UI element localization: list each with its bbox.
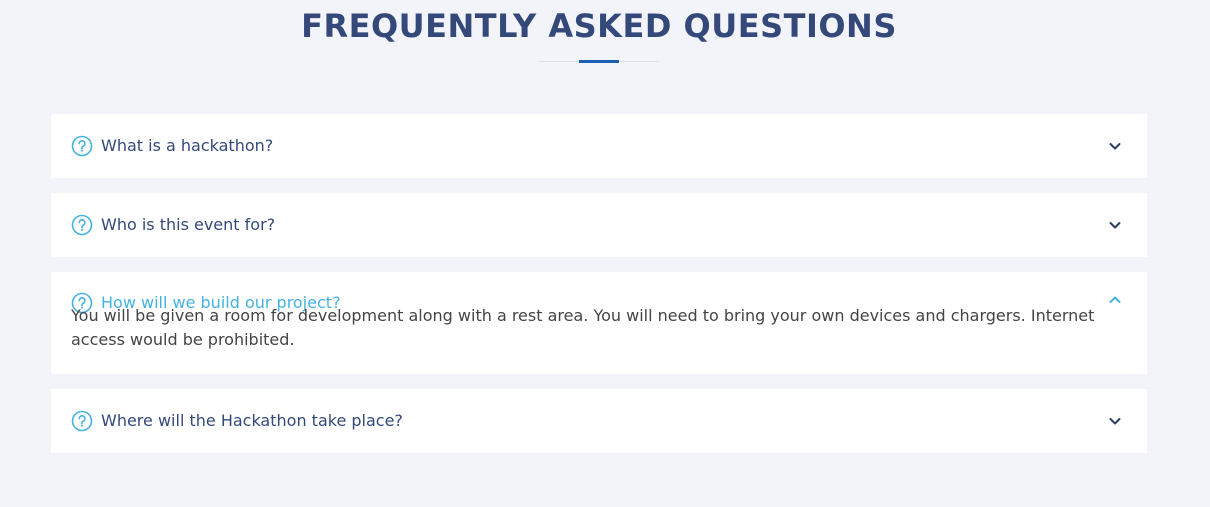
faq-answer: You will be given a room for development… — [71, 306, 1095, 349]
faq-list: What is a hackathon? Who is this event f… — [51, 114, 1147, 468]
faq-item-expanded: How will we build our project? You will … — [51, 272, 1147, 374]
title-divider-accent — [579, 60, 619, 63]
chevron-down-icon — [1107, 413, 1123, 429]
faq-item: What is a hackathon? — [51, 114, 1147, 178]
chevron-down-icon — [1107, 138, 1123, 154]
question-circle-icon — [71, 214, 93, 236]
chevron-down-icon — [1107, 217, 1123, 233]
faq-question: Where will the Hackathon take place? — [101, 411, 403, 430]
chevron-up-icon — [1107, 292, 1123, 308]
faq-toggle-where-hackathon[interactable]: Where will the Hackathon take place? — [51, 389, 1147, 453]
faq-question: What is a hackathon? — [101, 136, 274, 155]
faq-toggle-who-is-event-for[interactable]: Who is this event for? — [51, 193, 1147, 257]
section-title: FREQUENTLY ASKED QUESTIONS — [301, 7, 897, 45]
faq-item: Where will the Hackathon take place? — [51, 389, 1147, 453]
faq-question: Who is this event for? — [101, 215, 276, 234]
faq-toggle-what-is-hackathon[interactable]: What is a hackathon? — [51, 114, 1147, 178]
faq-item: Who is this event for? — [51, 193, 1147, 257]
question-circle-icon — [71, 410, 93, 432]
question-circle-icon — [71, 135, 93, 157]
